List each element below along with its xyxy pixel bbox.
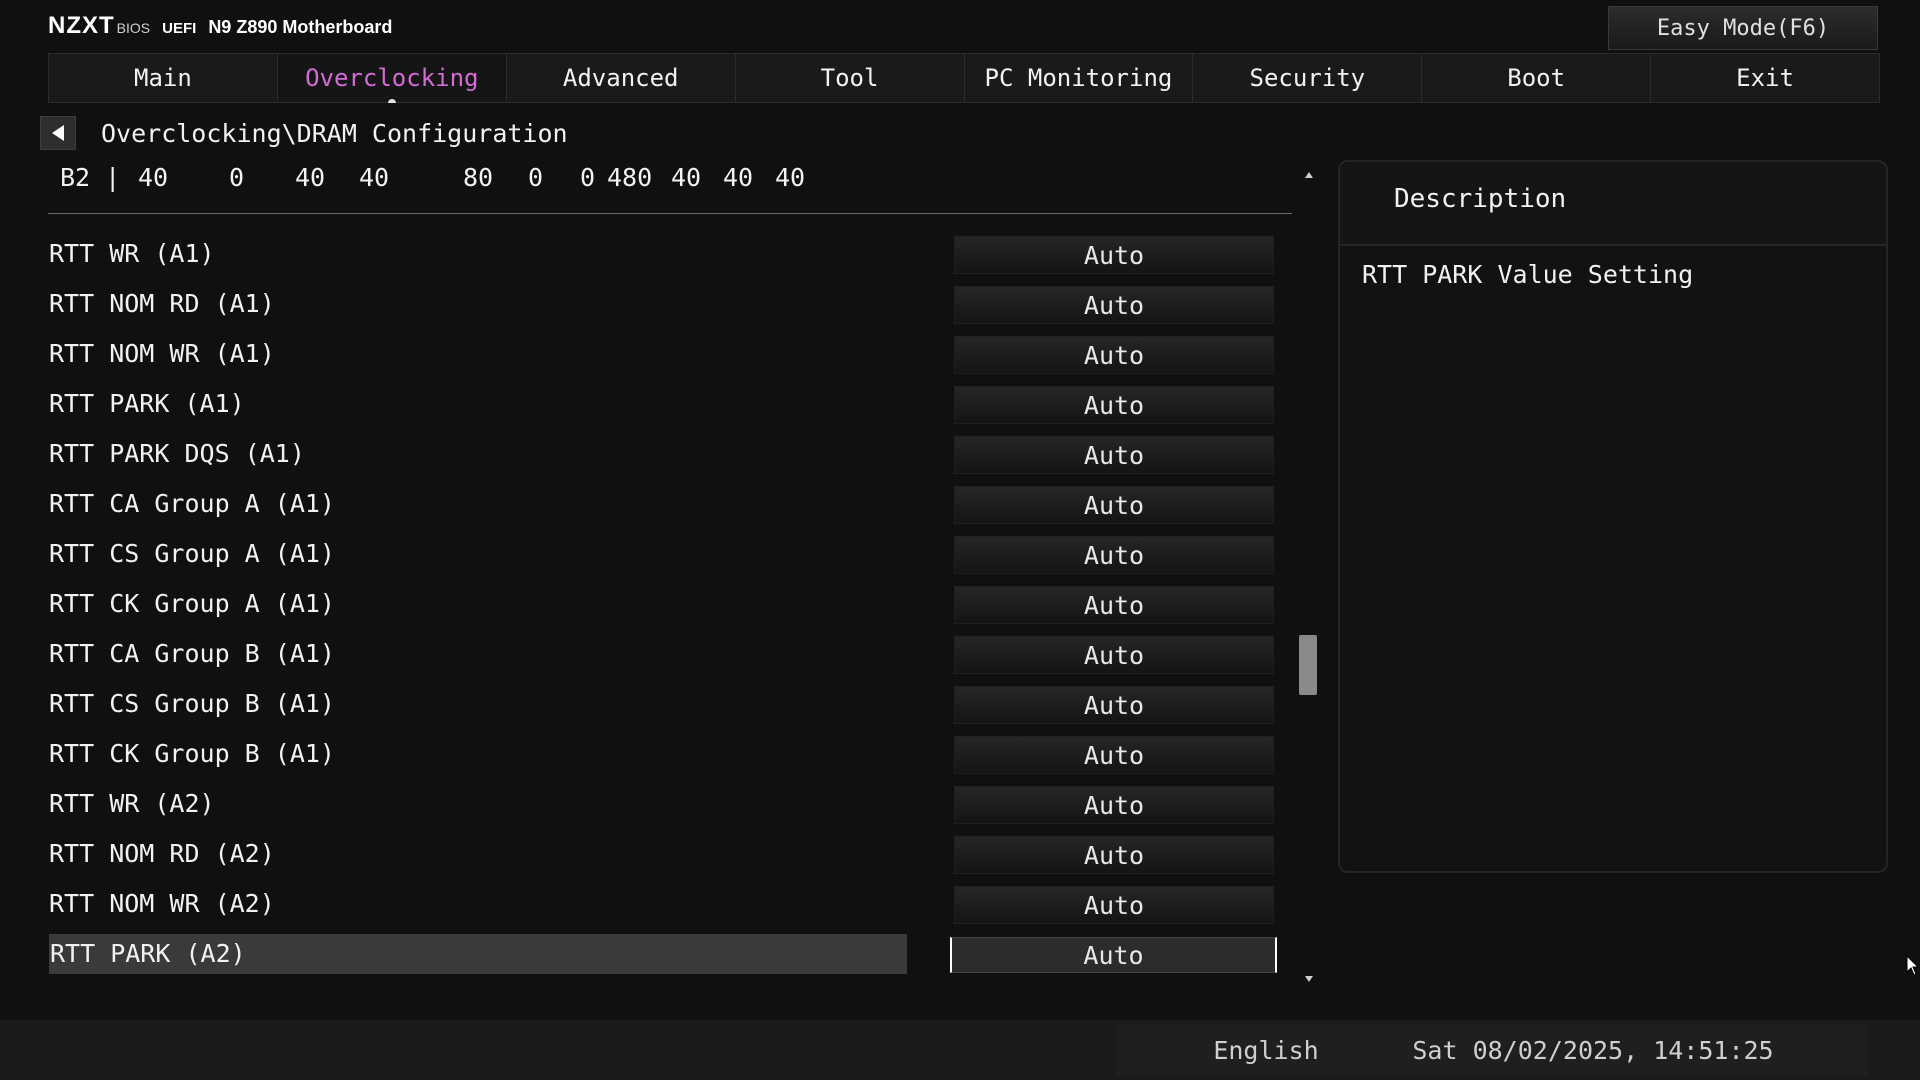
setting-value-dropdown[interactable]: Auto: [954, 236, 1274, 274]
setting-label[interactable]: RTT WR (A1): [49, 234, 907, 274]
timing-value: 40: [359, 163, 390, 192]
motherboard-model: N9 Z890 Motherboard: [208, 17, 393, 37]
settings-scrollbar[interactable]: [1299, 170, 1319, 984]
brand-bios-label: BIOS: [116, 20, 151, 36]
setting-label[interactable]: RTT NOM RD (A1): [49, 284, 907, 324]
setting-value-dropdown[interactable]: Auto: [954, 736, 1274, 774]
setting-row[interactable]: RTT CS Group A (A1) Auto: [48, 534, 1280, 574]
setting-value-dropdown[interactable]: Auto: [954, 586, 1274, 624]
section-divider: [48, 213, 1292, 214]
timing-value: 40: [138, 163, 169, 192]
main-tab-bar: Main Overclocking Advanced Tool PC Monit…: [48, 53, 1880, 103]
tab-security[interactable]: Security: [1193, 53, 1423, 103]
scrollbar-thumb[interactable]: [1299, 634, 1317, 695]
setting-row[interactable]: RTT CA Group A (A1) Auto: [48, 484, 1280, 524]
setting-label[interactable]: RTT CA Group B (A1): [49, 634, 907, 674]
setting-value-dropdown[interactable]: Auto: [954, 786, 1274, 824]
mouse-cursor-icon: [1906, 955, 1920, 976]
timing-value: 40: [723, 163, 754, 192]
setting-value-dropdown[interactable]: Auto: [954, 336, 1274, 374]
setting-label[interactable]: RTT NOM WR (A1): [49, 334, 907, 374]
setting-row[interactable]: RTT WR (A1) Auto: [48, 234, 1280, 274]
setting-row[interactable]: RTT PARK (A1) Auto: [48, 384, 1280, 424]
setting-label[interactable]: RTT PARK (A1): [49, 384, 907, 424]
description-title: Description: [1394, 184, 1567, 214]
setting-row-selected[interactable]: RTT PARK (A2) Auto: [48, 934, 1280, 974]
setting-row[interactable]: RTT CK Group B (A1) Auto: [48, 734, 1280, 774]
timing-value: 40: [775, 163, 806, 192]
description-text: RTT PARK Value Setting: [1362, 260, 1694, 289]
scroll-down-arrow-icon[interactable]: [1304, 974, 1314, 984]
setting-label[interactable]: RTT CS Group B (A1): [49, 684, 907, 724]
setting-row[interactable]: RTT CK Group A (A1) Auto: [48, 584, 1280, 624]
setting-row[interactable]: RTT PARK DQS (A1) Auto: [48, 434, 1280, 474]
setting-label[interactable]: RTT NOM WR (A2): [49, 884, 907, 924]
setting-row[interactable]: RTT NOM WR (A1) Auto: [48, 334, 1280, 374]
brand-uefi-label: UEFI: [162, 20, 197, 37]
setting-value-dropdown[interactable]: Auto: [954, 486, 1274, 524]
setting-value-dropdown[interactable]: Auto: [950, 937, 1277, 973]
setting-label[interactable]: RTT CA Group A (A1): [49, 484, 907, 524]
setting-label[interactable]: RTT PARK DQS (A1): [49, 434, 907, 474]
setting-value-dropdown[interactable]: Auto: [954, 836, 1274, 874]
tab-main[interactable]: Main: [48, 53, 278, 103]
timing-channel-label: B2 |: [60, 163, 121, 192]
timing-value: 80: [463, 163, 494, 192]
setting-row[interactable]: RTT WR (A2) Auto: [48, 784, 1280, 824]
description-panel: Description RTT PARK Value Setting: [1338, 160, 1888, 873]
setting-label[interactable]: RTT CS Group A (A1): [49, 534, 907, 574]
setting-value-dropdown[interactable]: Auto: [954, 886, 1274, 924]
timing-value: 0: [580, 163, 596, 192]
setting-row[interactable]: RTT NOM RD (A2) Auto: [48, 834, 1280, 874]
bios-brand: NZXT BIOS UEFI N9 Z890 Motherboard: [48, 12, 392, 40]
tab-tool[interactable]: Tool: [735, 53, 965, 103]
datetime-display[interactable]: Sat 08/02/2025, 14:51:25: [1318, 1024, 1868, 1076]
setting-label[interactable]: RTT WR (A2): [49, 784, 907, 824]
setting-row[interactable]: RTT NOM RD (A1) Auto: [48, 284, 1280, 324]
setting-label[interactable]: RTT NOM RD (A2): [49, 834, 907, 874]
setting-value-dropdown[interactable]: Auto: [954, 436, 1274, 474]
setting-row[interactable]: RTT CA Group B (A1) Auto: [48, 634, 1280, 674]
brand-logo: NZXT: [48, 12, 115, 39]
setting-value-dropdown[interactable]: Auto: [954, 636, 1274, 674]
scroll-up-arrow-icon[interactable]: [1304, 170, 1314, 180]
back-button[interactable]: [40, 116, 76, 150]
timing-value: 0: [229, 163, 245, 192]
setting-value-dropdown[interactable]: Auto: [954, 686, 1274, 724]
setting-row[interactable]: RTT CS Group B (A1) Auto: [48, 684, 1280, 724]
setting-value-dropdown[interactable]: Auto: [954, 386, 1274, 424]
back-arrow-icon: [52, 125, 64, 141]
timing-value: 0: [528, 163, 544, 192]
setting-value-dropdown[interactable]: Auto: [954, 536, 1274, 574]
breadcrumb: Overclocking\DRAM Configuration: [101, 119, 568, 148]
tab-overclocking[interactable]: Overclocking: [277, 53, 507, 103]
timing-value: 40: [295, 163, 326, 192]
timing-value: 40: [671, 163, 702, 192]
setting-label[interactable]: RTT CK Group B (A1): [49, 734, 907, 774]
setting-row[interactable]: RTT NOM WR (A2) Auto: [48, 884, 1280, 924]
tab-exit[interactable]: Exit: [1651, 53, 1880, 103]
setting-value-dropdown[interactable]: Auto: [954, 286, 1274, 324]
tab-advanced[interactable]: Advanced: [506, 53, 736, 103]
tab-boot[interactable]: Boot: [1422, 53, 1652, 103]
easy-mode-button[interactable]: Easy Mode(F6): [1608, 6, 1878, 50]
timing-value: 480: [607, 163, 653, 192]
tab-pc-monitoring[interactable]: PC Monitoring: [964, 53, 1194, 103]
setting-label[interactable]: RTT PARK (A2): [49, 934, 907, 974]
setting-label[interactable]: RTT CK Group A (A1): [49, 584, 907, 624]
description-header: Description: [1340, 162, 1886, 246]
